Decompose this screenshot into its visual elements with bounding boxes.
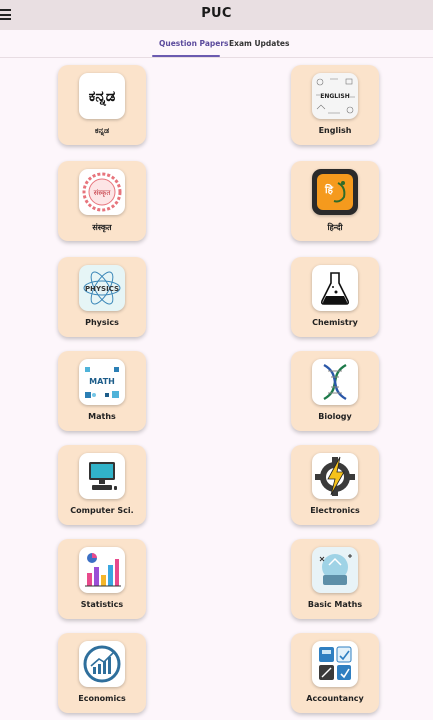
kannada-script-icon: ಕನ್ನಡ: [79, 73, 125, 119]
computer-icon: [79, 453, 125, 499]
subject-card-physics[interactable]: PHYSICS Physics: [58, 257, 146, 337]
math-icon: MATH: [79, 359, 125, 405]
subject-label: Statistics: [80, 600, 124, 609]
english-doodle-icon: ENGLISH: [312, 73, 358, 119]
subject-label: Maths: [88, 412, 116, 421]
dna-icon: [312, 359, 358, 405]
bar-chart-icon: [79, 547, 125, 593]
subject-label: Basic Maths: [307, 600, 363, 609]
subject-label: Computer Sci.: [70, 506, 134, 515]
hindi-icon: हि: [312, 169, 358, 215]
svg-text:PHYSICS: PHYSICS: [85, 285, 119, 293]
app-title: PUC: [201, 6, 232, 21]
subject-card-english[interactable]: ENGLISH English: [291, 65, 379, 145]
subject-label: संस्कृत: [92, 223, 112, 232]
math-board-icon: [312, 547, 358, 593]
subject-card-biology[interactable]: Biology: [291, 351, 379, 431]
tab-exam-updates[interactable]: Exam Updates: [229, 39, 289, 48]
gear-lightning-icon: [312, 453, 358, 499]
flask-icon: [312, 265, 358, 311]
subject-card-economics[interactable]: Economics: [58, 633, 146, 713]
growth-chart-icon: [79, 641, 125, 687]
subject-card-accountancy[interactable]: Accountancy: [291, 633, 379, 713]
tab-question-papers[interactable]: Question Papers: [159, 39, 229, 48]
subject-card-maths[interactable]: MATH Maths: [58, 351, 146, 431]
subject-label: हिन्दी: [327, 223, 343, 232]
subject-card-sanskrit[interactable]: संस्कृत संस्कृत: [58, 161, 146, 241]
subject-label: Accountancy: [306, 694, 364, 703]
subject-card-kannada[interactable]: ಕನ್ನಡ ಕನ್ನಡ: [58, 65, 146, 145]
subject-label: Biology: [318, 412, 352, 421]
subject-card-electronics[interactable]: Electronics: [291, 445, 379, 525]
sanskrit-mandala-icon: संस्कृत: [79, 169, 125, 215]
subject-card-chemistry[interactable]: Chemistry: [291, 257, 379, 337]
subject-card-computer-science[interactable]: Computer Sci.: [58, 445, 146, 525]
subject-card-statistics[interactable]: Statistics: [58, 539, 146, 619]
subject-label: English: [318, 126, 352, 135]
svg-text:संस्कृत: संस्कृत: [94, 189, 112, 197]
svg-text:हि: हि: [324, 183, 334, 196]
app-bar: PUC: [0, 0, 433, 30]
tab-bar: Question Papers Exam Updates: [0, 30, 433, 58]
physics-icon: PHYSICS: [79, 265, 125, 311]
subject-label: Economics: [78, 694, 126, 703]
svg-text:MATH: MATH: [89, 377, 115, 386]
subject-label: Electronics: [310, 506, 360, 515]
subject-card-hindi[interactable]: हि हिन्दी: [291, 161, 379, 241]
subject-label: ಕನ್ನಡ: [94, 126, 110, 135]
calculator-icon: [312, 641, 358, 687]
subject-label: Physics: [85, 318, 119, 327]
subject-label: Chemistry: [312, 318, 358, 327]
svg-text:ENGLISH: ENGLISH: [320, 93, 349, 100]
subject-card-basic-maths[interactable]: Basic Maths: [291, 539, 379, 619]
active-tab-indicator: [152, 55, 220, 57]
